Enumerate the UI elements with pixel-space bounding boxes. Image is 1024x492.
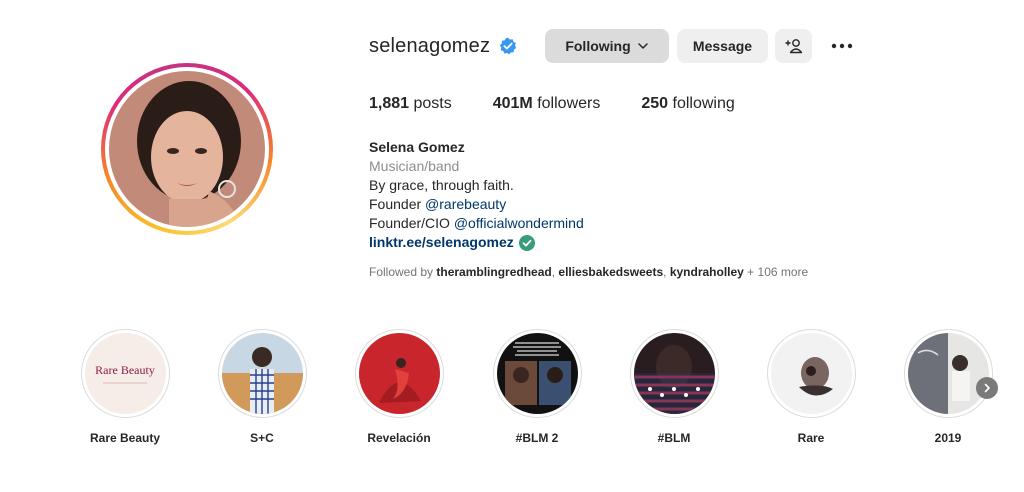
followed-by-more: + 106 more [743,265,809,279]
highlight-label: 2019 [934,431,962,445]
followers-stat[interactable]: 401M followers [493,95,601,113]
highlight-blm-2[interactable]: #BLM 2 [492,329,582,445]
highlight-cover-ring[interactable] [217,329,307,418]
following-stat-label: following [668,95,735,112]
following-label: Following [565,38,631,54]
highlight-cover-text: Rare Beauty [95,363,155,377]
highlight-cover [633,333,715,414]
bio-line-3: Founder/CIO @officialwondermind [369,214,584,233]
highlight-label: S+C [250,431,274,445]
followed-by-user: theramblingredhead [436,265,552,279]
followed-by-user: kyndraholley [669,265,744,279]
highlight-blm[interactable]: #BLM [629,329,719,445]
posts-label: posts [409,95,452,112]
add-user-icon [784,38,803,54]
highlight-label: Rare [797,431,825,445]
profile-link[interactable]: linktr.ee/selenagomez [369,233,535,252]
followers-label: followers [532,95,601,112]
highlight-cover-ring[interactable] [354,329,444,418]
bio-line-3-prefix: Founder/CIO [369,215,454,231]
verified-link-icon [518,234,535,251]
highlight-cover-ring[interactable] [629,329,719,418]
profile-category: Musician/band [369,158,460,174]
message-label: Message [692,38,753,54]
bio-line-2: Founder @rarebeauty [369,195,584,214]
following-button[interactable]: Following [545,29,669,63]
highlight-rare-beauty[interactable]: Rare Beauty Rare Beauty [80,329,170,445]
highlight-cover [221,333,303,414]
followed-by-separator: , [663,265,670,279]
chevron-right-icon[interactable] [976,377,998,399]
highlight-cover [358,333,440,414]
highlight-rare[interactable]: Rare [766,329,856,445]
bio-line-2-prefix: Founder [369,196,426,212]
posts-count: 1,881 [369,95,410,112]
mention-rarebeauty[interactable]: @rarebeauty [425,196,506,212]
highlight-label: #BLM [657,431,691,445]
highlight-cover: Rare Beauty [84,333,166,414]
avatar [109,71,265,227]
chevron-down-icon [637,40,649,52]
profile-header: selenagomez [369,29,517,63]
add-user-button[interactable] [775,29,812,63]
message-button[interactable]: Message [677,29,768,63]
highlight-revelacion[interactable]: Revelación [354,329,444,445]
profile-link-text: linktr.ee/selenagomez [369,234,514,250]
following-stat[interactable]: 250 following [641,95,734,113]
highlight-cover-ring[interactable] [766,329,856,418]
more-options-icon[interactable] [826,29,858,63]
highlight-cover-ring[interactable] [492,329,582,418]
profile-avatar-ring[interactable] [101,63,273,235]
bio-line-1: By grace, through faith. [369,177,514,193]
highlight-cover-stripe [103,382,147,384]
username: selenagomez [369,34,491,57]
profile-bio: Selena Gomez Musician/band By grace, thr… [369,138,584,252]
highlight-cover-ring[interactable] [903,329,993,418]
highlight-cover [770,333,852,414]
following-count: 250 [641,95,669,112]
followed-by-user: elliesbakedsweets [558,265,664,279]
highlight-cover [907,333,989,414]
full-name: Selena Gomez [369,139,465,155]
posts-stat: 1,881 posts [369,95,452,113]
verified-badge-icon [499,37,517,55]
followed-by-prefix: Followed by [369,265,437,279]
followed-by[interactable]: Followed by theramblingredhead, elliesba… [369,265,808,279]
mention-officialwondermind[interactable]: @officialwondermind [454,215,584,231]
highlight-label: #BLM 2 [515,431,559,445]
followers-count: 401M [492,95,533,112]
highlight-cover [496,333,578,414]
highlight-label: Rare Beauty [89,431,161,445]
profile-stats: 1,881 posts 401M followers 250 following [369,95,776,113]
highlight-label: Revelación [367,431,431,445]
highlight-cover-ring[interactable]: Rare Beauty [80,329,170,418]
avatar-border [105,67,269,231]
highlight-s-c[interactable]: S+C [217,329,307,445]
